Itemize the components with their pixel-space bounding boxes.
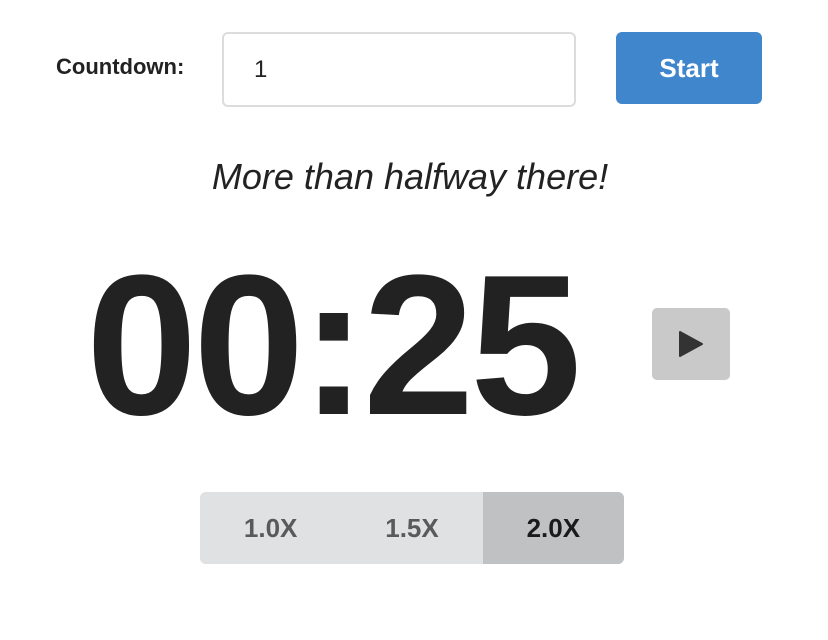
speed-1x-button[interactable]: 1.0X <box>200 492 342 564</box>
countdown-input[interactable] <box>222 32 576 107</box>
start-button[interactable]: Start <box>616 32 762 104</box>
speed-2x-button[interactable]: 2.0X <box>482 492 624 564</box>
status-message: More than halfway there! <box>211 156 609 197</box>
play-icon <box>678 330 704 358</box>
speed-selector: 1.0X 1.5X 2.0X <box>200 492 624 564</box>
countdown-label: Countdown: <box>56 54 185 79</box>
timer-display: 00:25 <box>86 234 582 457</box>
speed-1-5x-button[interactable]: 1.5X <box>341 492 483 564</box>
countdown-timer-page: Countdown: Start More than halfway there… <box>0 0 828 640</box>
play-button[interactable] <box>652 308 730 380</box>
